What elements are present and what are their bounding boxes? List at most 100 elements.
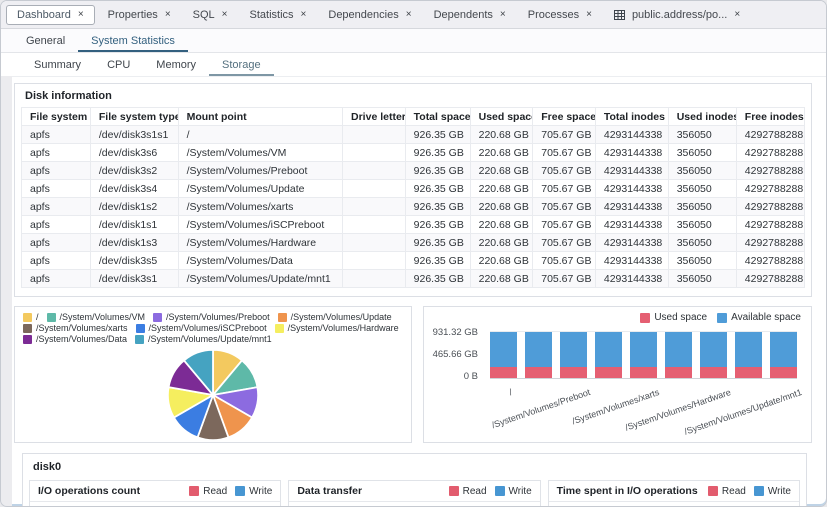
- table-cell: 220.68 GB: [470, 234, 533, 252]
- close-icon[interactable]: ×: [586, 10, 592, 20]
- table-cell: /System/Volumes/Update: [178, 180, 342, 198]
- tab-processes[interactable]: Processes×: [517, 5, 603, 25]
- table-cell: 705.67 GB: [533, 180, 596, 198]
- table-cell: apfs: [22, 144, 91, 162]
- chart-header: I/O operations countReadWrite: [30, 481, 280, 502]
- available-space-segment: [665, 332, 692, 367]
- window-tab-bar: Dashboard×Properties×SQL×Statistics×Depe…: [1, 1, 826, 29]
- tab-public-address-po[interactable]: public.address/po... ×: [603, 5, 751, 25]
- line-chart-svg: [549, 502, 799, 507]
- table-cell: 4292788288: [736, 216, 804, 234]
- table-cell: 4293144338: [595, 252, 668, 270]
- tab-dashboard[interactable]: Dashboard×: [6, 5, 95, 25]
- table-cell: 220.68 GB: [470, 162, 533, 180]
- table-row: apfs/dev/disk3s4/System/Volumes/Update92…: [22, 180, 805, 198]
- table-cell: /dev/disk3s4: [90, 180, 178, 198]
- pie-legend: //System/Volumes/VM/System/Volumes/Prebo…: [23, 312, 403, 344]
- tab-label: Properties: [108, 9, 158, 21]
- chart-legend: ReadWrite: [449, 486, 532, 497]
- used-space-segment: [665, 367, 692, 378]
- table-cell: /dev/disk3s1s1: [90, 126, 178, 144]
- used-space-segment: [735, 367, 762, 378]
- y-tick-label: 931.32 GB: [433, 327, 478, 338]
- tab-dependencies[interactable]: Dependencies ×: [317, 5, 422, 25]
- tab-system-statistics[interactable]: System Statistics: [78, 31, 188, 52]
- table-row: apfs/dev/disk1s1/System/Volumes/iSCPrebo…: [22, 216, 805, 234]
- close-icon[interactable]: ×: [165, 10, 171, 20]
- tab-general[interactable]: General: [13, 31, 78, 52]
- table-cell: /: [178, 126, 342, 144]
- table-row: apfs/dev/disk3s1s1/926.35 GB220.68 GB705…: [22, 126, 805, 144]
- table-cell: 356050: [668, 180, 736, 198]
- used-space-segment: [630, 367, 657, 378]
- available-space-segment: [700, 332, 727, 367]
- close-icon[interactable]: ×: [301, 10, 307, 20]
- column-header-total-inodes: Total inodes: [595, 108, 668, 126]
- legend-item-used-space: Used space: [640, 312, 707, 323]
- legend-item: /System/Volumes/Data: [23, 334, 127, 344]
- tab-memory[interactable]: Memory: [143, 55, 209, 76]
- table-cell: /System/Volumes/Preboot: [178, 162, 342, 180]
- table-header-row: File systemFile system typeMount pointDr…: [22, 108, 805, 126]
- tab-statistics[interactable]: Statistics×: [239, 5, 318, 25]
- tab-label: Dependents: [434, 9, 493, 21]
- tab-label: SQL: [193, 9, 215, 21]
- legend-swatch: [640, 313, 650, 323]
- chart-header: Data transferReadWrite: [289, 481, 539, 502]
- available-space-segment: [630, 332, 657, 367]
- table-cell: 705.67 GB: [533, 126, 596, 144]
- table-cell: 926.35 GB: [405, 126, 470, 144]
- table-cell: 4292788288: [736, 270, 804, 288]
- pgadmin-window: Dashboard×Properties×SQL×Statistics×Depe…: [0, 0, 827, 507]
- table-cell: 220.68 GB: [470, 252, 533, 270]
- tab-storage[interactable]: Storage: [209, 55, 274, 76]
- table-row: apfs/dev/disk3s1/System/Volumes/Update/m…: [22, 270, 805, 288]
- tab-properties[interactable]: Properties ×: [97, 5, 182, 25]
- disk0-charts-row: I/O operations countReadWrite35M30M Data …: [29, 480, 800, 507]
- chart-legend: ReadWrite: [189, 486, 272, 497]
- tab-sql[interactable]: SQL ×: [182, 5, 239, 25]
- table-cell: 356050: [668, 252, 736, 270]
- chart-legend: ReadWrite: [708, 486, 791, 497]
- tab-summary[interactable]: Summary: [21, 55, 94, 76]
- tab-cpu[interactable]: CPU: [94, 55, 143, 76]
- table-cell: /System/Volumes/xarts: [178, 198, 342, 216]
- legend-label: Read: [463, 486, 487, 497]
- stacked-bar-system-volumes-iscpreboot: [665, 332, 692, 378]
- legend-label: /System/Volumes/xarts: [36, 323, 128, 333]
- bar-chart-panel: Used spaceAvailable space 931.32 GB465.6…: [423, 306, 812, 443]
- table-cell: 4293144338: [595, 162, 668, 180]
- table-cell: 356050: [668, 126, 736, 144]
- table-cell: /dev/disk3s2: [90, 162, 178, 180]
- legend-label: Read: [203, 486, 227, 497]
- close-icon[interactable]: ×: [500, 10, 506, 20]
- bar-chart-plot: //System/Volumes/Preboot/System/Volumes/…: [490, 331, 797, 434]
- close-icon[interactable]: ×: [222, 10, 228, 20]
- close-icon[interactable]: ×: [406, 10, 412, 20]
- table-cell: [343, 252, 406, 270]
- line-chart-svg: [289, 502, 539, 507]
- legend-swatch: [135, 335, 144, 344]
- legend-swatch: [449, 486, 459, 496]
- chart-panel-time-spent-in-i-o-operations: Time spent in I/O operationsReadWrite1.1…: [548, 480, 800, 507]
- disk-information-table: File systemFile system typeMount pointDr…: [21, 107, 805, 288]
- left-gutter: [1, 76, 12, 506]
- tab-label: Dependencies: [328, 9, 398, 21]
- legend-swatch: [47, 313, 56, 322]
- legend-label: Write: [768, 486, 791, 497]
- legend-swatch: [23, 324, 32, 333]
- bar-chart-legend: Used spaceAvailable space: [640, 312, 801, 323]
- usage-charts-row: //System/Volumes/VM/System/Volumes/Prebo…: [14, 306, 812, 443]
- close-icon[interactable]: ×: [78, 10, 84, 20]
- chart-plot: 35M30M: [30, 502, 280, 507]
- table-grid-icon: [614, 10, 625, 20]
- legend-label: /: [36, 312, 39, 322]
- table-cell: 926.35 GB: [405, 252, 470, 270]
- legend-item: /System/Volumes/Preboot: [153, 312, 270, 322]
- close-icon[interactable]: ×: [734, 10, 740, 20]
- tab-label: public.address/po...: [632, 9, 727, 21]
- legend-row: /System/Volumes/Data/System/Volumes/Upda…: [23, 334, 403, 344]
- legend-item: /System/Volumes/Update/mnt1: [135, 334, 272, 344]
- tab-dependents[interactable]: Dependents ×: [423, 5, 517, 25]
- stacked-bar-system-volumes-vm: [525, 332, 552, 378]
